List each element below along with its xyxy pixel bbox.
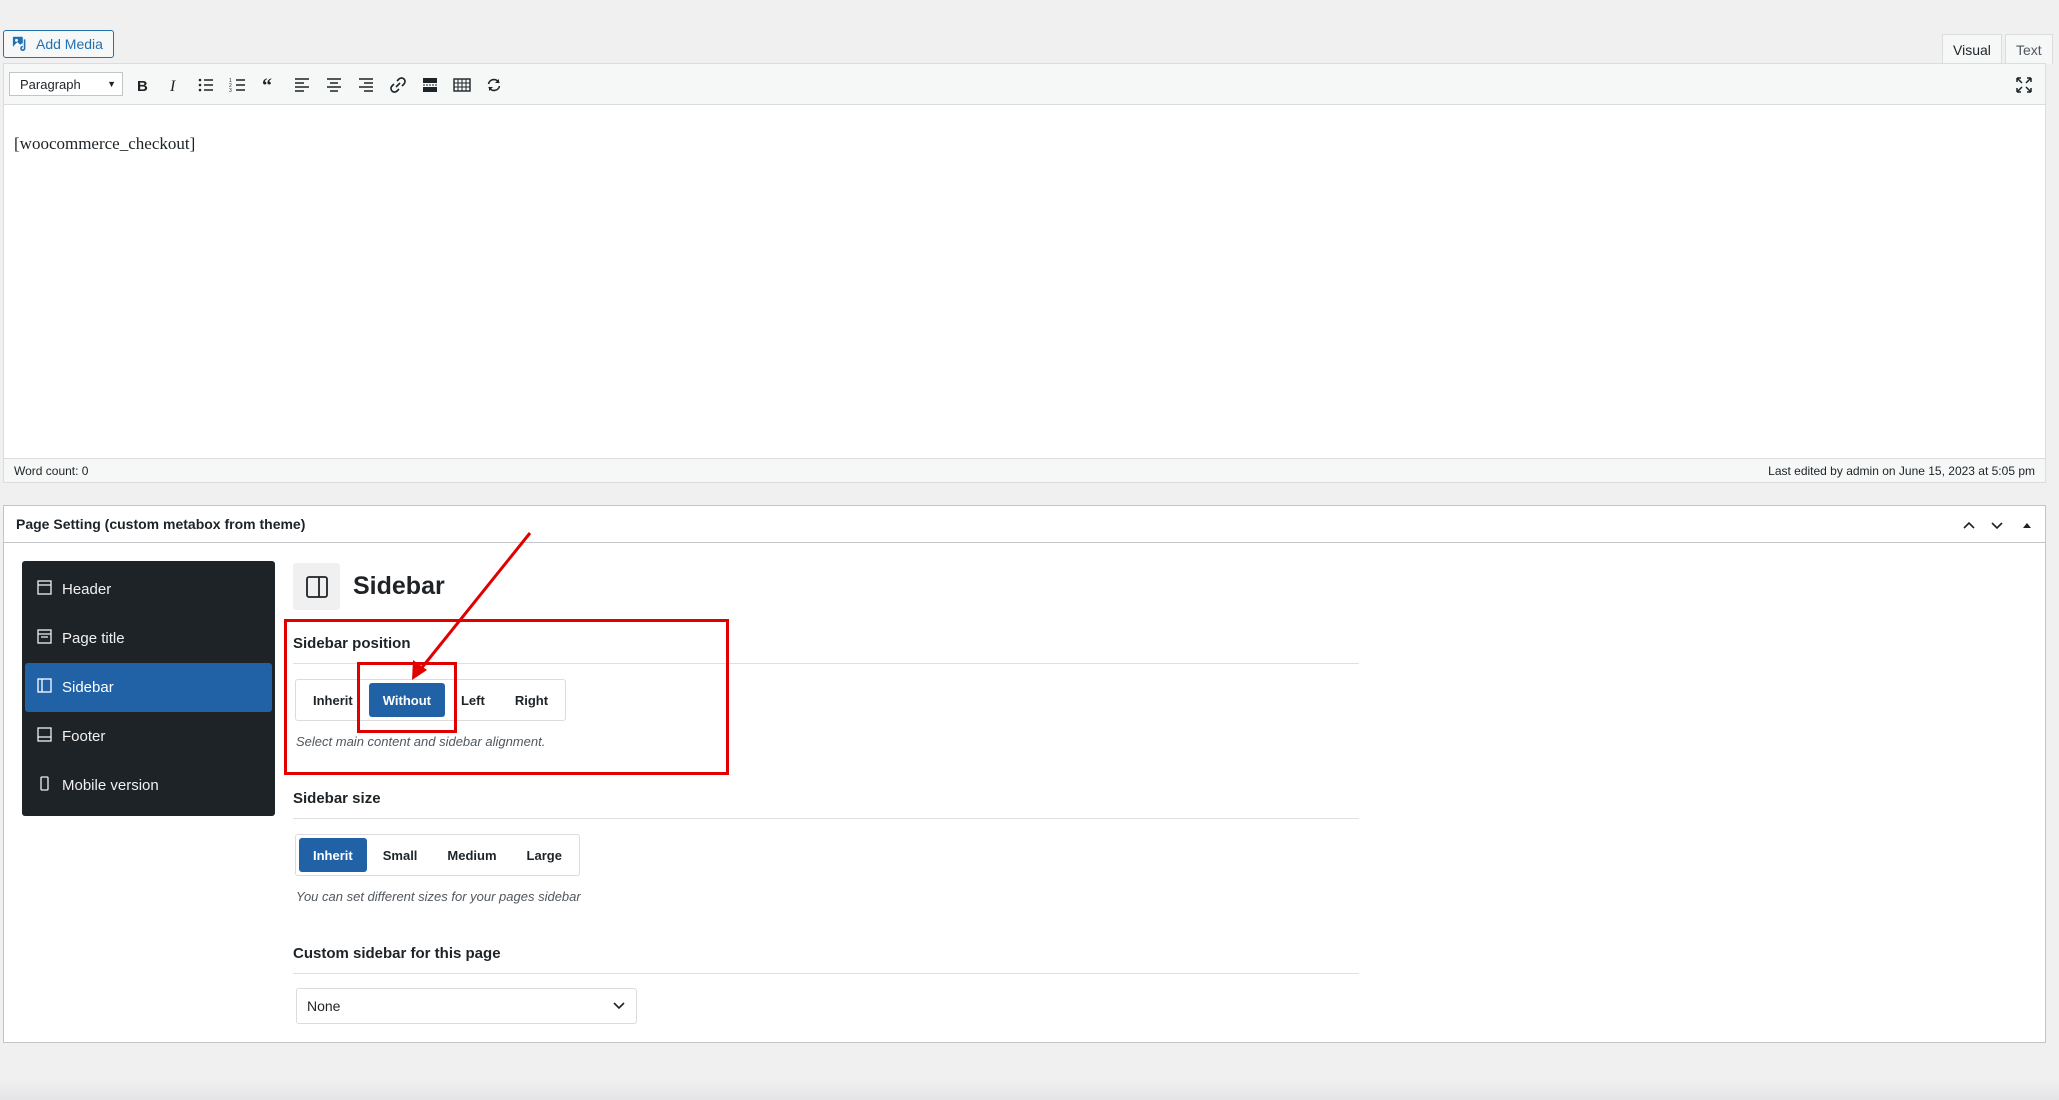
- add-media-button[interactable]: Add Media: [3, 30, 114, 58]
- sidebar-size-medium[interactable]: Medium: [433, 838, 510, 872]
- sidebar-size-label: Sidebar size: [293, 790, 381, 807]
- svg-text:3: 3: [229, 88, 232, 94]
- align-right-icon[interactable]: [354, 73, 378, 97]
- word-count: Word count: 0: [14, 463, 89, 478]
- sidebar-section-icon: [293, 563, 340, 610]
- sidebar-size-inherit[interactable]: Inherit: [299, 838, 367, 872]
- editor-statusbar: Word count: 0 Last edited by admin on Ju…: [4, 458, 2045, 482]
- custom-sidebar-value: None: [307, 998, 341, 1014]
- page-footer-shade: [0, 1080, 2059, 1100]
- tab-text[interactable]: Text: [2005, 34, 2053, 64]
- align-left-icon[interactable]: [290, 73, 314, 97]
- chevron-down-icon[interactable]: [1987, 515, 2007, 535]
- sidebar-size-large[interactable]: Large: [513, 838, 576, 872]
- chevron-up-icon[interactable]: [1959, 515, 1979, 535]
- dropdown-arrow-icon: ▼: [107, 79, 116, 89]
- align-center-icon[interactable]: [322, 73, 346, 97]
- nav-item-footer[interactable]: Footer: [25, 712, 272, 761]
- sidebar-size-small[interactable]: Small: [369, 838, 432, 872]
- blockquote-icon[interactable]: “: [258, 73, 282, 97]
- annotation-highlight-box: [284, 619, 729, 775]
- nav-item-mobile-version[interactable]: Mobile version: [25, 761, 272, 810]
- nav-item-header[interactable]: Header: [25, 565, 272, 614]
- nav-item-label: Page title: [62, 630, 125, 647]
- svg-text:B: B: [137, 78, 148, 94]
- bulleted-list-icon[interactable]: [194, 73, 218, 97]
- nav-item-sidebar[interactable]: Sidebar: [25, 663, 272, 712]
- mobile-icon: [37, 776, 52, 795]
- format-select[interactable]: Paragraph ▼: [9, 72, 123, 96]
- media-icon: [12, 34, 30, 55]
- tab-visual[interactable]: Visual: [1942, 34, 2002, 64]
- footer-icon: [37, 727, 52, 746]
- toolbar-toggle-icon[interactable]: [450, 73, 474, 97]
- chevron-down-icon: [612, 998, 626, 1015]
- nav-item-label: Sidebar: [62, 679, 114, 696]
- sidebar-size-help: You can set different sizes for your pag…: [296, 889, 581, 904]
- metabox-header: Page Setting (custom metabox from theme): [4, 506, 2045, 543]
- divider: [293, 818, 1359, 819]
- section-title: Sidebar: [353, 572, 445, 600]
- editor-toolbar: Paragraph ▼ B I 123 “: [4, 64, 2045, 105]
- editor-content[interactable]: [woocommerce_checkout]: [14, 134, 195, 154]
- svg-text:“: “: [262, 76, 272, 94]
- custom-sidebar-select[interactable]: None: [296, 988, 637, 1024]
- svg-text:I: I: [169, 78, 176, 94]
- page-title-icon: [37, 629, 52, 648]
- collapse-toggle-icon[interactable]: [2017, 515, 2037, 535]
- settings-nav: Header Page title Sidebar Footer Mobile …: [22, 561, 275, 816]
- nav-item-page-title[interactable]: Page title: [25, 614, 272, 663]
- content-editor: Paragraph ▼ B I 123 “ [woocommerce_check…: [3, 63, 2046, 483]
- metabox-title: Page Setting (custom metabox from theme): [16, 516, 306, 532]
- header-icon: [37, 580, 52, 599]
- refresh-icon[interactable]: [482, 73, 506, 97]
- read-more-icon[interactable]: [418, 73, 442, 97]
- link-icon[interactable]: [386, 73, 410, 97]
- nav-item-label: Footer: [62, 728, 106, 745]
- annotation-highlight-box: [357, 662, 457, 733]
- nav-item-label: Mobile version: [62, 777, 159, 794]
- custom-sidebar-label: Custom sidebar for this page: [293, 945, 501, 962]
- bold-icon[interactable]: B: [130, 73, 154, 97]
- nav-item-label: Header: [62, 581, 112, 598]
- last-edited: Last edited by admin on June 15, 2023 at…: [1768, 463, 2035, 478]
- sidebar-size-group: Inherit Small Medium Large: [295, 834, 580, 876]
- sidebar-icon: [37, 678, 52, 697]
- italic-icon[interactable]: I: [162, 73, 186, 97]
- divider: [293, 973, 1359, 974]
- fullscreen-icon[interactable]: [2012, 73, 2036, 97]
- format-select-value: Paragraph: [20, 76, 81, 92]
- add-media-label: Add Media: [36, 36, 103, 52]
- numbered-list-icon[interactable]: 123: [226, 73, 250, 97]
